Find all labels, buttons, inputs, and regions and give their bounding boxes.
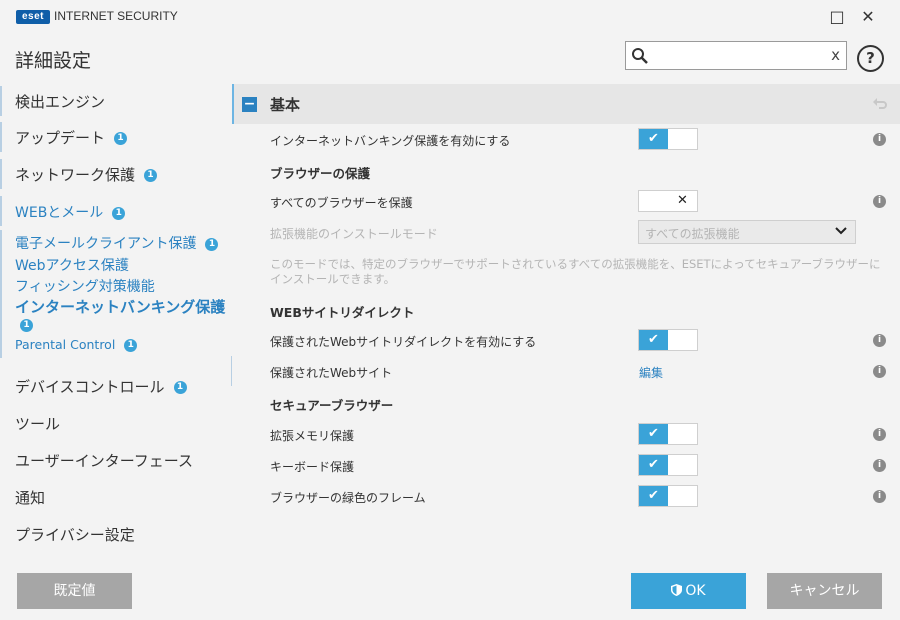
info-icon[interactable]: i: [873, 334, 886, 347]
sidebar-item-network-protection[interactable]: ネットワーク保護 1: [0, 159, 232, 189]
memory-protection-toggle[interactable]: ✔: [638, 423, 698, 445]
revert-icon[interactable]: [872, 96, 888, 112]
enable-banking-label: インターネットバンキング保護を有効にする: [270, 134, 511, 148]
memory-protection-label: 拡張メモリ保護: [270, 429, 355, 443]
section-indicator: [232, 84, 234, 124]
check-icon: ✔: [639, 486, 668, 506]
help-icon[interactable]: ?: [857, 45, 884, 72]
maximize-icon[interactable]: □: [826, 6, 848, 28]
title-bar: eset INTERNET SECURITY □ ✕: [0, 0, 900, 34]
sidebar-item-update[interactable]: アップデート 1: [0, 122, 232, 152]
sidebar-item-tools[interactable]: ツール: [0, 408, 232, 438]
web-redirect-heading: WEBサイトリダイレクト: [270, 305, 415, 320]
search-icon: [632, 48, 648, 64]
sidebar-item-web-access[interactable]: Webアクセス保護: [15, 255, 129, 275]
cancel-button[interactable]: キャンセル: [767, 573, 882, 609]
sidebar-item-label: WEBとメール: [15, 205, 104, 221]
notification-badge: 1: [173, 381, 187, 394]
sidebar-item-banking-protection[interactable]: インターネットバンキング保護: [15, 296, 225, 317]
section-header[interactable]: − 基本: [232, 84, 900, 124]
sidebar-indicator: [0, 196, 2, 226]
notification-badge: 1: [124, 339, 138, 352]
sidebar-item-user-interface[interactable]: ユーザーインターフェース: [0, 445, 232, 475]
select-value: すべての拡張機能: [645, 227, 740, 241]
notification-badge: 1: [20, 319, 33, 332]
sidebar-item-antiphishing[interactable]: フィッシング対策機能: [15, 276, 155, 296]
info-icon[interactable]: i: [873, 459, 886, 472]
collapse-icon[interactable]: −: [242, 97, 257, 112]
sidebar-indicator: [0, 159, 2, 189]
notification-badge: 1: [205, 237, 219, 251]
sidebar-item-label: Parental Control: [15, 337, 116, 352]
enable-banking-toggle[interactable]: ✔: [638, 128, 698, 150]
sidebar-indicator: [0, 86, 2, 116]
notification-badge: 1: [112, 206, 126, 220]
sidebar-item-parental-control[interactable]: Parental Control 1: [15, 337, 138, 352]
chevron-down-icon: [835, 227, 847, 235]
secure-browser-heading: セキュアーブラウザー: [270, 398, 394, 413]
check-icon: ✔: [639, 129, 668, 149]
sidebar-indicator: [0, 230, 2, 358]
sidebar-item-notifications[interactable]: 通知: [0, 482, 232, 512]
sidebar-item-detection-engine[interactable]: 検出エンジン: [0, 86, 232, 116]
sidebar-item-label: ツール: [15, 415, 61, 433]
extension-install-mode-label: 拡張機能のインストールモード: [270, 227, 438, 241]
edit-link[interactable]: 編集: [639, 364, 663, 381]
cross-icon: ✕: [677, 193, 688, 208]
sidebar-item-label: ユーザーインターフェース: [15, 452, 194, 470]
clear-search-icon[interactable]: x: [831, 46, 840, 64]
sidebar-item-email-client[interactable]: 電子メールクライアント保護 1: [15, 233, 219, 253]
sidebar-indicator: [0, 122, 2, 152]
panel-divider: [231, 356, 232, 386]
keyboard-protection-toggle[interactable]: ✔: [638, 454, 698, 476]
info-icon[interactable]: i: [873, 365, 886, 378]
keyboard-protection-label: キーボード保護: [270, 460, 355, 474]
check-icon: ✔: [639, 424, 668, 444]
sidebar-item-label: 検出エンジン: [15, 93, 106, 111]
sidebar-item-label: ネットワーク保護: [15, 166, 136, 184]
section-title: 基本: [270, 96, 301, 114]
notification-badge: 1: [144, 169, 158, 182]
protect-all-browsers-label: すべてのブラウザーを保護: [270, 196, 413, 210]
default-button[interactable]: 既定値: [17, 573, 132, 609]
search-input[interactable]: [652, 45, 824, 67]
enable-redirect-toggle[interactable]: ✔: [638, 329, 698, 351]
search-box[interactable]: x: [625, 41, 847, 70]
info-icon[interactable]: i: [873, 490, 886, 503]
ok-button[interactable]: OK: [631, 573, 746, 609]
green-frame-toggle[interactable]: ✔: [638, 485, 698, 507]
shield-icon: [671, 584, 683, 596]
info-icon[interactable]: i: [873, 428, 886, 441]
sidebar-item-label: アップデート: [15, 129, 106, 147]
ok-label: OK: [685, 583, 706, 599]
notification-badge: 1: [114, 132, 128, 145]
sidebar-item-device-control[interactable]: デバイスコントロール 1: [0, 371, 232, 401]
product-name: INTERNET SECURITY: [54, 9, 178, 23]
eset-logo: eset: [16, 10, 50, 24]
sidebar-item-label: 電子メールクライアント保護: [15, 236, 197, 252]
page-title: 詳細設定: [15, 50, 92, 72]
enable-redirect-label: 保護されたWebサイトリダイレクトを有効にする: [270, 335, 537, 349]
sidebar-item-label: デバイスコントロール: [15, 378, 165, 396]
sidebar-item-web-and-email[interactable]: WEBとメール 1: [0, 196, 232, 226]
info-icon[interactable]: i: [873, 195, 886, 208]
check-icon: ✔: [639, 455, 668, 475]
sidebar-item-label: 通知: [15, 489, 46, 507]
extension-install-mode-select[interactable]: すべての拡張機能: [638, 220, 856, 244]
info-icon[interactable]: i: [873, 133, 886, 146]
browser-protection-heading: ブラウザーの保護: [270, 166, 371, 181]
green-frame-label: ブラウザーの緑色のフレーム: [270, 491, 426, 505]
sidebar-item-label: プライバシー設定: [15, 526, 135, 544]
protect-all-browsers-toggle[interactable]: ✕: [638, 190, 698, 212]
extension-mode-note: このモードでは、特定のブラウザーでサポートされているすべての拡張機能を、ESET…: [270, 257, 881, 286]
protected-websites-label: 保護されたWebサイト: [270, 366, 393, 380]
sidebar-item-privacy[interactable]: プライバシー設定: [0, 519, 232, 549]
check-icon: ✔: [639, 330, 668, 350]
sidebar-subgroup: 電子メールクライアント保護 1 Webアクセス保護 フィッシング対策機能 インター…: [0, 230, 232, 358]
close-icon[interactable]: ✕: [857, 6, 879, 28]
